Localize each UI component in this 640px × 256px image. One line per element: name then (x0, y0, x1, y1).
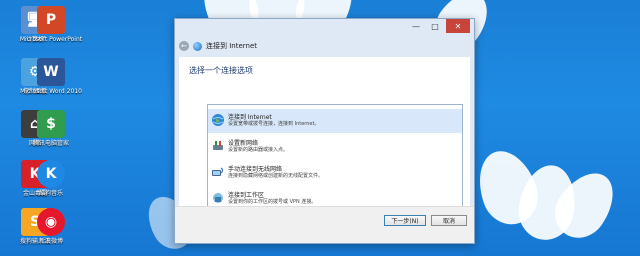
desktop-icon-weibo[interactable]: ◉ 新浪微博 (16, 208, 86, 245)
desktop-icon-label: 腾讯电脑管家 (32, 140, 69, 147)
option-manual-wireless[interactable]: 手动连接到无线网络 连接到隐藏网络或创建新的无线配置文件。 (208, 161, 462, 185)
minimize-button[interactable]: — (407, 19, 425, 33)
connect-to-internet-dialog: — □ ✕ ← 连接到 Internet 选择一个连接选项 连接到 Intern… (174, 18, 475, 244)
desktop-icon-powerpoint[interactable]: P Microsoft PowerPoint (16, 6, 86, 43)
close-button[interactable]: ✕ (446, 19, 470, 33)
desktop-icon-label: Microsoft PowerPoint (19, 36, 83, 43)
option-setup-network[interactable]: 设置新网络 设置新的路由器或接入点。 (208, 135, 462, 159)
word-icon: W (37, 58, 65, 86)
workplace-icon (213, 193, 223, 203)
option-description: 设置到你的工作区的拨号或 VPN 连接。 (228, 199, 317, 205)
desktop-icon-word[interactable]: W Microsoft Word 2010 (16, 58, 86, 95)
tencent-icon: $ (37, 110, 65, 138)
weibo-icon: ◉ (37, 208, 65, 236)
next-button[interactable]: 下一步(N) (384, 215, 426, 226)
back-arrow-icon[interactable]: ← (179, 41, 189, 51)
dialog-title: 连接到 Internet (206, 42, 258, 50)
option-description: 设置新的路由器或接入点。 (228, 147, 289, 153)
option-connect-internet[interactable]: 连接到 Internet 设置宽带或拨号连接，连接到 Internet。 (208, 109, 462, 133)
option-description: 连接到隐藏网络或创建新的无线配置文件。 (228, 173, 324, 179)
globe-icon (212, 114, 224, 126)
wireless-computer-icon (212, 167, 224, 176)
network-globe-icon (193, 41, 202, 51)
cancel-button[interactable]: 取消 (431, 215, 467, 226)
maximize-button[interactable]: □ (426, 19, 444, 33)
dialog-header: ← 连接到 Internet (179, 39, 257, 53)
option-description: 设置宽带或拨号连接，连接到 Internet。 (228, 121, 320, 127)
kugou-icon: K (37, 160, 65, 188)
desktop-icon-tencent[interactable]: $ 腾讯电脑管家 (16, 110, 86, 147)
desktop-icon-kugou[interactable]: K 酷狗音乐 (16, 160, 86, 197)
desktop-icon-label: Microsoft Word 2010 (20, 88, 82, 95)
dialog-footer: 下一步(N) 取消 (175, 206, 474, 243)
title-bar[interactable]: — □ ✕ (175, 19, 474, 37)
desktop-icon-label: 酷狗音乐 (38, 190, 63, 197)
page-heading: 选择一个连接选项 (189, 66, 253, 75)
desktop-icon-label: 新浪微博 (38, 238, 63, 245)
powerpoint-icon: P (37, 6, 65, 34)
router-icon (213, 141, 223, 150)
desktop-icons: 🖥 计算机 P Microsoft PowerPoint ⚙ 控制面板 W Mi… (0, 0, 82, 256)
